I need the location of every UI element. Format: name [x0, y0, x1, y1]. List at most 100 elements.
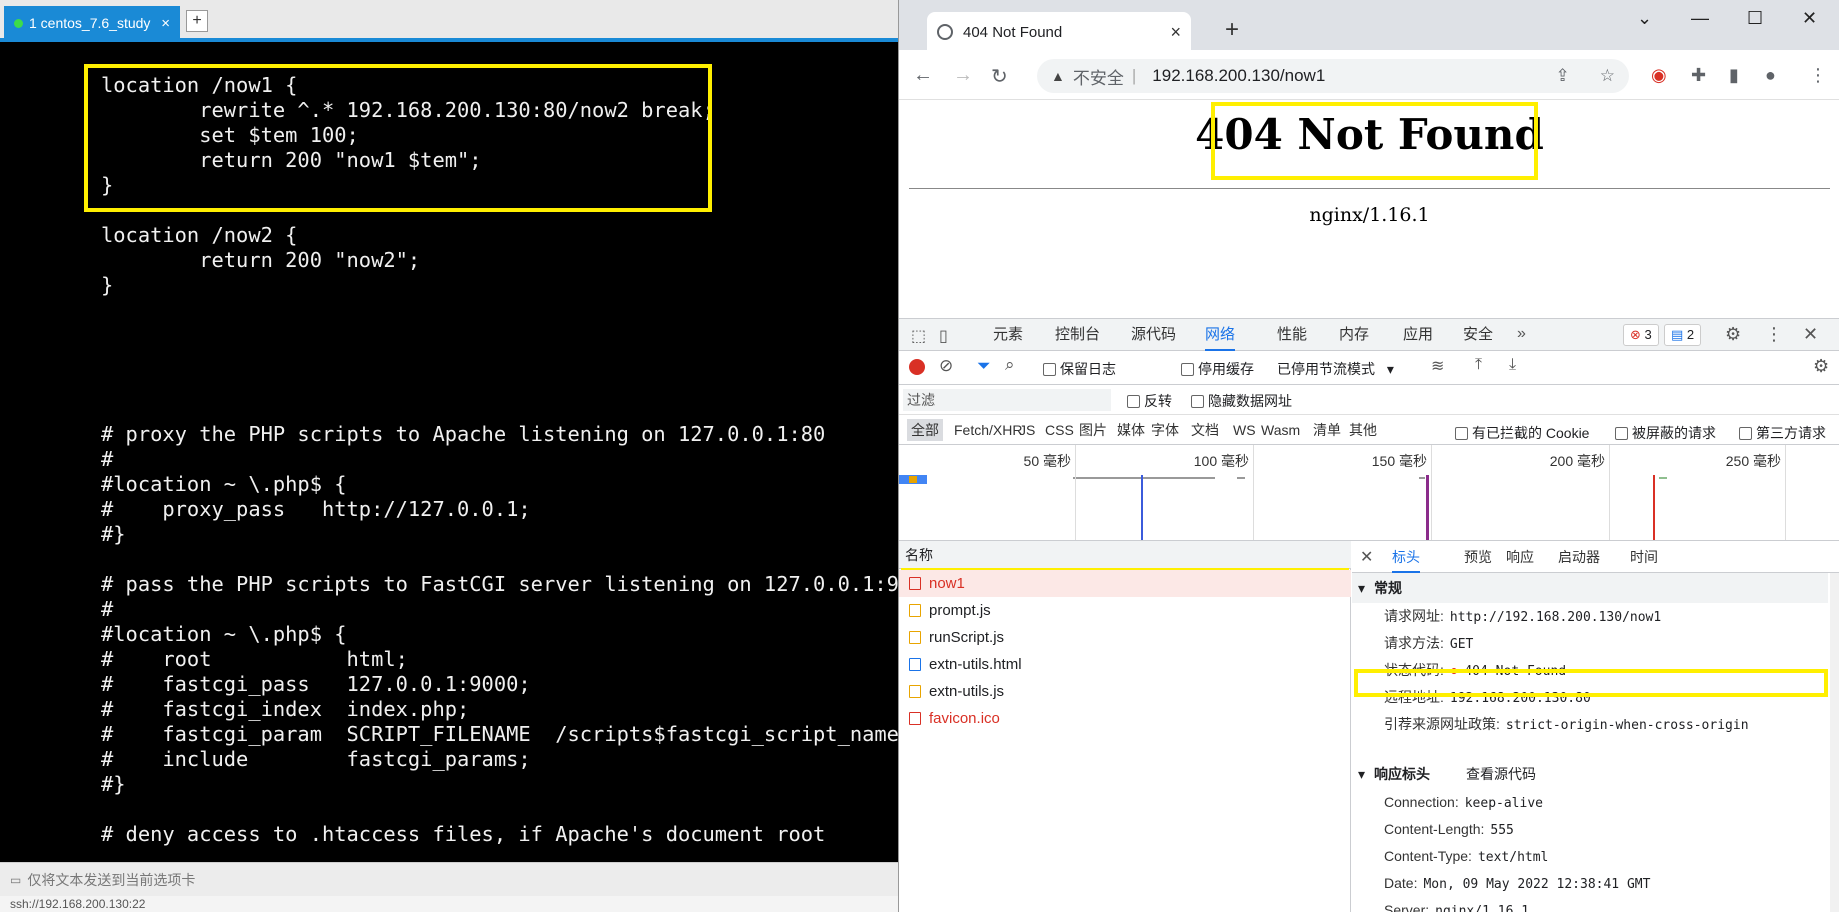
request-row[interactable]: favicon.ico	[899, 705, 1351, 732]
clear-icon[interactable]: ⊘	[939, 356, 953, 376]
response-headers-header[interactable]: ▾ 响应标头	[1352, 759, 1832, 789]
close-icon[interactable]: ✕	[1360, 547, 1373, 567]
code-line: # deny access to .htaccess files, if Apa…	[101, 822, 826, 846]
hide-data-urls-checkbox[interactable]: 隐藏数据网址	[1191, 391, 1292, 411]
tab-5[interactable]: 内存	[1339, 319, 1369, 351]
close-icon[interactable]: ×	[1170, 22, 1181, 43]
device-icon[interactable]: ▯	[939, 326, 948, 346]
search-icon[interactable]: ⌕	[1005, 355, 1015, 375]
inspect-icon[interactable]: ⬚	[911, 326, 926, 346]
kebab-icon[interactable]: ⋮	[1765, 324, 1783, 345]
menu-icon[interactable]: ⋮	[1809, 65, 1827, 86]
detail-tab-0[interactable]: 标头	[1392, 541, 1420, 573]
type-filter-7[interactable]: 文档	[1191, 419, 1219, 441]
browser-tab[interactable]: 404 Not Found ×	[927, 12, 1191, 52]
message-badge[interactable]: ▤ 2	[1664, 324, 1702, 346]
request-row[interactable]: extn-utils.html	[899, 651, 1351, 678]
share-icon[interactable]: ⇪	[1556, 66, 1570, 86]
type-filter-2[interactable]: JS	[1019, 419, 1035, 441]
more-tabs-icon[interactable]: »	[1517, 325, 1526, 343]
type-filter-11[interactable]: 其他	[1349, 419, 1377, 441]
tab-3[interactable]: 网络	[1205, 319, 1236, 351]
timeline-label: 200 毫秒	[1549, 453, 1605, 469]
tab-7[interactable]: 安全	[1463, 319, 1493, 351]
devtools-panel: ⬚ ▯ » ⊗ 3 ▤ 2 ⚙ ⋮ ✕ 元素 控制台 源代码 网络 性能 内存 应用 安全 ⊘…	[899, 318, 1839, 912]
request-row[interactable]: extn-utils.js	[899, 678, 1351, 705]
address-bar[interactable]: ▲ 不安全 | 192.168.200.130/now1 ⇪ ☆	[1037, 59, 1629, 93]
detail-tab-4[interactable]: 时间	[1630, 541, 1658, 573]
minimize-icon[interactable]: —	[1691, 8, 1709, 29]
insecure-label[interactable]: 不安全	[1073, 64, 1124, 89]
tab-4[interactable]: 性能	[1277, 319, 1307, 351]
chevron-down-icon[interactable]: ⌄	[1637, 8, 1652, 29]
header-value: strict-origin-when-cross-origin	[1505, 718, 1749, 733]
new-tab-button[interactable]: +	[1225, 16, 1239, 44]
detail-tab-3[interactable]: 启动器	[1558, 541, 1600, 573]
disable-cache-checkbox[interactable]: 停用缓存	[1181, 359, 1254, 379]
type-filter-1[interactable]: Fetch/XHR	[954, 419, 1022, 441]
type-filter-3[interactable]: CSS	[1045, 419, 1074, 441]
general-section-header[interactable]: ▾ 常规	[1352, 573, 1832, 603]
terminal-tab[interactable]: 1 centos_7.6_study ×	[4, 6, 180, 40]
invert-checkbox[interactable]: 反转	[1127, 391, 1172, 411]
url-text[interactable]: 192.168.200.130/now1	[1152, 66, 1325, 86]
type-filter-4[interactable]: 图片	[1079, 419, 1107, 441]
third-party-checkbox[interactable]: 第三方请求	[1739, 423, 1826, 443]
import-icon[interactable]: ⤒	[1475, 356, 1482, 374]
detail-tabs: ✕ 标头 预览 响应 启动器 时间	[1352, 541, 1839, 573]
gear-icon[interactable]: ⚙	[1725, 324, 1741, 345]
file-icon	[909, 658, 921, 671]
tab-0[interactable]: 元素	[993, 319, 1023, 351]
blocked-cookies-checkbox[interactable]: 有已拦截的 Cookie	[1455, 423, 1589, 443]
network-timeline[interactable]: 50 毫秒 100 毫秒 150 毫秒 200 毫秒 250 毫秒	[899, 445, 1839, 541]
throttle-select[interactable]: 已停用节流模式 ▾	[1277, 359, 1394, 379]
tab-6[interactable]: 应用	[1403, 319, 1433, 351]
sidepanel-icon[interactable]: ▮	[1729, 65, 1739, 86]
type-filter-5[interactable]: 媒体	[1117, 419, 1145, 441]
header-key: 请求网址:	[1384, 608, 1444, 624]
maximize-icon[interactable]: ☐	[1747, 8, 1763, 29]
tab-1[interactable]: 控制台	[1055, 319, 1100, 351]
export-icon[interactable]: ⤓	[1509, 356, 1516, 374]
type-filter-8[interactable]: WS	[1233, 419, 1256, 441]
timeline-label: 50 毫秒	[1023, 453, 1071, 469]
record-icon[interactable]	[909, 359, 925, 375]
send-text-input[interactable]: ▭ 仅将文本发送到当前选项卡	[0, 862, 898, 896]
close-icon[interactable]: ×	[161, 15, 170, 32]
new-tab-button[interactable]: +	[186, 10, 208, 32]
close-devtools-icon[interactable]: ✕	[1803, 324, 1818, 345]
star-icon[interactable]: ☆	[1600, 66, 1615, 86]
warning-icon[interactable]: ▲	[1051, 68, 1065, 84]
filter-icon[interactable]: ⏷	[977, 356, 991, 376]
type-filter-6[interactable]: 字体	[1151, 419, 1179, 441]
tab-2[interactable]: 源代码	[1131, 319, 1176, 351]
blocked-requests-checkbox[interactable]: 被屏蔽的请求	[1615, 423, 1716, 443]
detail-tab-1[interactable]: 预览	[1464, 541, 1492, 573]
view-source-link[interactable]: 查看源代码	[1466, 759, 1536, 789]
column-name[interactable]: 名称	[899, 541, 1351, 569]
avatar-icon[interactable]: ●	[1765, 65, 1776, 86]
request-row[interactable]: now1	[899, 570, 1351, 597]
request-row[interactable]: prompt.js	[899, 597, 1351, 624]
network-settings-icon[interactable]: ⚙	[1813, 356, 1829, 377]
detail-tab-2[interactable]: 响应	[1506, 541, 1534, 573]
preserve-log-checkbox[interactable]: 保留日志	[1043, 359, 1116, 379]
file-icon	[909, 604, 921, 617]
type-filter-9[interactable]: Wasm	[1261, 419, 1300, 441]
back-icon[interactable]: ←	[913, 64, 933, 87]
wifi-icon[interactable]: ≋	[1431, 356, 1444, 376]
filter-input[interactable]: 过滤	[903, 389, 1111, 411]
extension-icon[interactable]: ◉	[1651, 65, 1667, 86]
reload-icon[interactable]: ↻	[991, 64, 1008, 89]
close-window-icon[interactable]: ✕	[1802, 8, 1817, 29]
scrollbar[interactable]	[1830, 573, 1839, 912]
request-row[interactable]: runScript.js	[899, 624, 1351, 651]
timeline-gridline	[1431, 445, 1432, 540]
error-badge[interactable]: ⊗ 3	[1623, 324, 1659, 346]
forward-icon[interactable]: →	[953, 64, 973, 87]
page-content: 404 Not Found nginx/1.16.1	[899, 100, 1839, 318]
browser-window: 404 Not Found × + ⌄ — ☐ ✕ ← → ↻ ▲ 不安全 | …	[898, 0, 1839, 912]
puzzle-icon[interactable]: ✚	[1691, 65, 1706, 86]
type-filter-10[interactable]: 清单	[1313, 419, 1341, 441]
type-filter-0[interactable]: 全部	[907, 419, 943, 441]
